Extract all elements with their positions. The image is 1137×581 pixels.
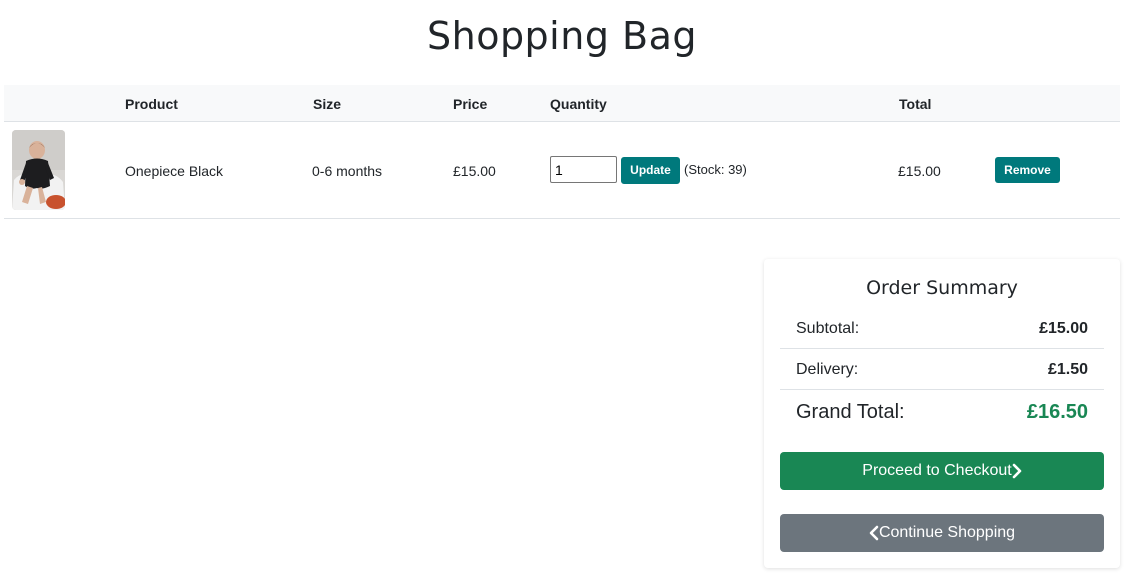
subtotal-label: Subtotal:: [796, 320, 860, 337]
product-name: Onepiece Black: [125, 163, 224, 179]
header-total: Total: [899, 96, 932, 112]
continue-shopping-button[interactable]: Continue Shopping: [780, 514, 1104, 552]
grand-total-row: Grand Total: £16.50: [780, 390, 1104, 434]
subtotal-row: Subtotal: £15.00: [780, 308, 1104, 349]
continue-label: Continue Shopping: [878, 524, 1016, 541]
header-size: Size: [313, 96, 342, 112]
update-button[interactable]: Update: [621, 157, 680, 184]
shopping-bag-table: Product Size Price Quantity Total Onepie…: [4, 85, 1120, 219]
grand-total-label: Grand Total:: [796, 401, 905, 423]
delivery-value: £1.50: [1047, 361, 1088, 378]
order-summary-title: Order Summary: [866, 277, 1018, 299]
checkout-label: Proceed to Checkout: [862, 462, 1012, 479]
product-size: 0-6 months: [312, 163, 383, 179]
table-header: Product Size Price Quantity Total: [4, 85, 1120, 122]
table-row: Onepiece Black 0-6 months £15.00 Update …: [4, 122, 1120, 219]
remove-button[interactable]: Remove: [995, 157, 1060, 183]
quantity-input[interactable]: [550, 156, 617, 183]
order-summary-card: Order Summary Subtotal: £15.00 Delivery:…: [764, 259, 1120, 568]
page-title: Shopping Bag: [426, 14, 697, 58]
product-price: £15.00: [453, 163, 496, 179]
header-price: Price: [453, 96, 488, 112]
grand-total-value: £16.50: [1026, 401, 1088, 423]
delivery-label: Delivery:: [796, 361, 859, 378]
baby-photo: [12, 130, 65, 210]
stock-count: (Stock: 39): [684, 162, 747, 177]
header-quantity: Quantity: [550, 96, 607, 112]
delivery-row: Delivery: £1.50: [780, 349, 1104, 390]
chevron-right-icon: [1012, 463, 1022, 479]
header-product: Product: [125, 96, 178, 112]
product-image[interactable]: [12, 130, 65, 210]
subtotal-value: £15.00: [1039, 320, 1088, 337]
chevron-left-icon: [869, 525, 879, 541]
line-total: £15.00: [898, 163, 941, 179]
proceed-to-checkout-button[interactable]: Proceed to Checkout: [780, 452, 1104, 490]
